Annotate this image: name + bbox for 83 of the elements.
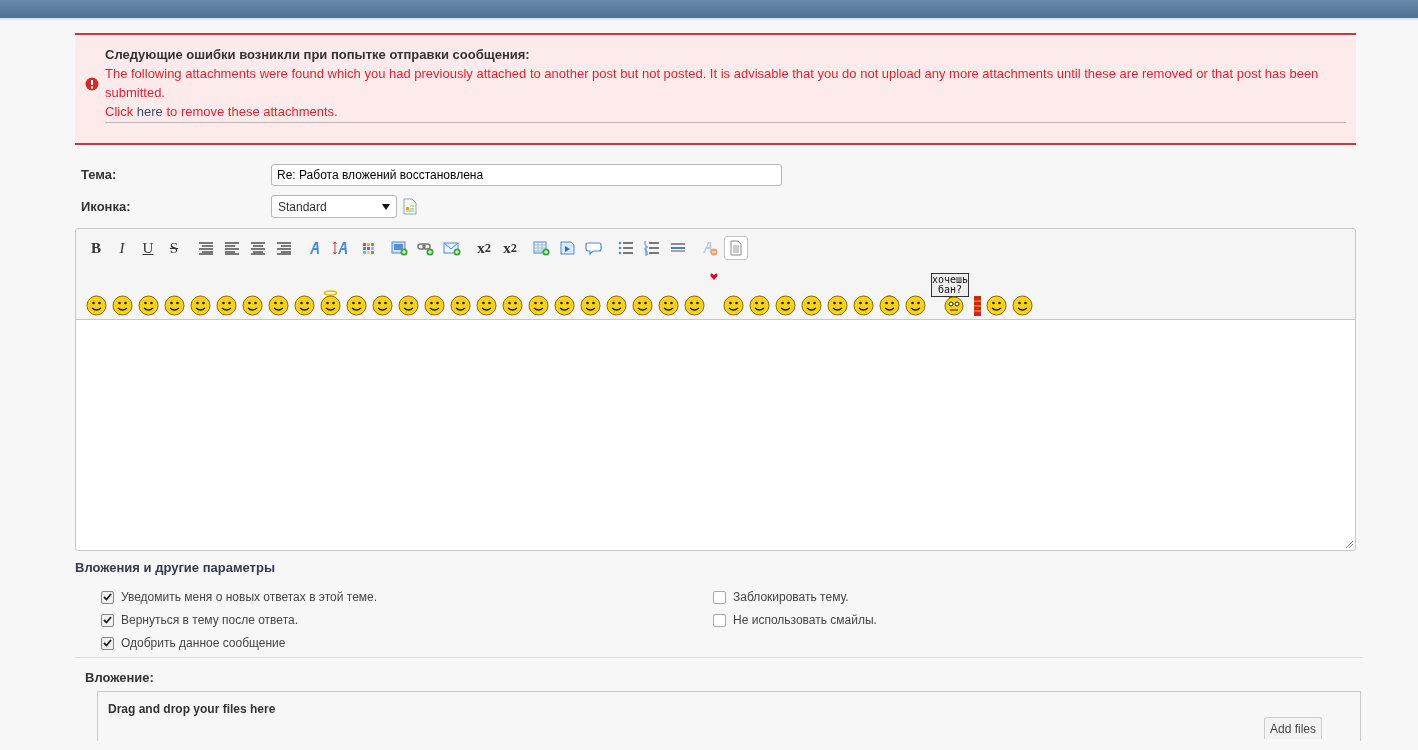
checkbox-label: Одобрить данное сообщение (121, 636, 286, 650)
media-icon (559, 240, 577, 256)
strikethrough-button[interactable]: S (162, 236, 186, 260)
dropzone-text: Drag and drop your files here (108, 702, 277, 716)
heart-icon[interactable] (710, 273, 718, 280)
align-center-icon (249, 240, 267, 256)
align-left-icon (223, 240, 241, 256)
smiley-icon[interactable] (138, 295, 159, 316)
smiley-icon[interactable] (986, 295, 1007, 316)
smiley-icon[interactable] (86, 295, 107, 316)
smiley-icon[interactable] (476, 295, 497, 316)
error-message: The following attachments were found which you had previously attached to another post but not posted. It is advisable that you do not upload any more attachments until these are removed or that post has been submitted. (105, 65, 1320, 102)
here-link[interactable]: here (136, 104, 163, 119)
smiley-icon[interactable] (190, 295, 211, 316)
smiley-icon (943, 296, 965, 316)
source-icon (727, 240, 745, 256)
checkbox-label: Уведомить меня о новых ответах в этой теме. (121, 590, 378, 604)
sign-text: хочешь бан? (931, 273, 969, 297)
checkbox[interactable] (101, 636, 114, 650)
remove-attachments-text: Click here to remove these attachments. (105, 103, 339, 121)
smiley-icon[interactable] (242, 295, 263, 316)
align-right-icon (275, 240, 293, 256)
smiley-icon[interactable] (528, 295, 549, 316)
icon-select[interactable]: Standard (271, 195, 397, 218)
smiley-icon[interactable] (450, 295, 471, 316)
smiley-icon[interactable] (632, 295, 653, 316)
smiley-icon[interactable] (723, 295, 744, 316)
justify-icon (197, 240, 215, 256)
subject-label: Тема: (81, 167, 118, 182)
smiley-icon[interactable] (905, 295, 926, 316)
remove-format-icon (701, 240, 719, 256)
link-icon (417, 240, 435, 256)
smiley-icon[interactable] (801, 295, 822, 316)
email-icon (443, 240, 461, 256)
smiley-icon[interactable] (606, 295, 627, 316)
smiley-icon[interactable] (580, 295, 601, 316)
checkbox-label: Не использовать смайлы. (733, 613, 877, 627)
bold-button[interactable]: B (84, 236, 108, 260)
underline-button[interactable]: U (136, 236, 160, 260)
icon-label: Иконка: (81, 199, 132, 214)
smiley-icon[interactable] (827, 295, 848, 316)
smiley-icon[interactable] (1012, 295, 1033, 316)
smiley-icon[interactable] (164, 295, 185, 316)
smiley-icon[interactable] (853, 295, 874, 316)
smiley-icon[interactable] (424, 295, 445, 316)
checkbox[interactable] (101, 613, 114, 627)
smiley-icon[interactable] (658, 295, 679, 316)
add-files-button[interactable]: Add files (1263, 717, 1322, 739)
subject-input[interactable]: Re: Работа вложений восстановлена (271, 163, 782, 186)
image-icon (391, 240, 409, 256)
smiley-icon[interactable] (268, 295, 289, 316)
police-smiley-icon[interactable] (879, 295, 900, 316)
italic-button[interactable]: I (110, 236, 134, 260)
bullet-list-icon (617, 240, 635, 256)
smiley-icon[interactable] (398, 295, 419, 316)
error-icon (85, 77, 99, 91)
checkbox-label: Заблокировать тему. (733, 590, 849, 604)
smiley-icon[interactable] (684, 295, 705, 316)
smiley-icon[interactable] (372, 295, 393, 316)
smiley-icon[interactable] (346, 295, 367, 316)
smiley-icon[interactable] (112, 295, 133, 316)
attachment-label: Вложение: (85, 670, 155, 685)
section-heading: Вложения и другие параметры (75, 560, 276, 575)
error-heading: Следующие ошибки возникли при попытке отправки сообщения: (105, 46, 531, 64)
document-icon (403, 198, 417, 215)
quote-icon (585, 240, 603, 256)
smiley-icon[interactable] (502, 295, 523, 316)
table-icon (533, 240, 551, 256)
checkbox[interactable] (713, 613, 726, 627)
dropdown-caret-icon (382, 203, 390, 210)
smiley-icon[interactable] (554, 295, 575, 316)
angel-smiley-icon[interactable] (320, 290, 341, 316)
resize-grip-icon[interactable] (1346, 541, 1353, 548)
ban-sign-smiley[interactable]: хочешь бан? (931, 273, 969, 316)
smiley-icon[interactable] (749, 295, 770, 316)
smiley-icon[interactable] (775, 295, 796, 316)
smiley-icon[interactable] (216, 295, 237, 316)
checkbox[interactable] (713, 590, 726, 604)
file-dropzone[interactable]: Drag and drop your files here Add files (97, 691, 1361, 741)
numbered-list-icon (643, 240, 661, 256)
smiley-icon[interactable] (294, 295, 315, 316)
checkbox[interactable] (101, 590, 114, 604)
checkbox-label: Вернуться в тему после ответа. (121, 613, 298, 627)
